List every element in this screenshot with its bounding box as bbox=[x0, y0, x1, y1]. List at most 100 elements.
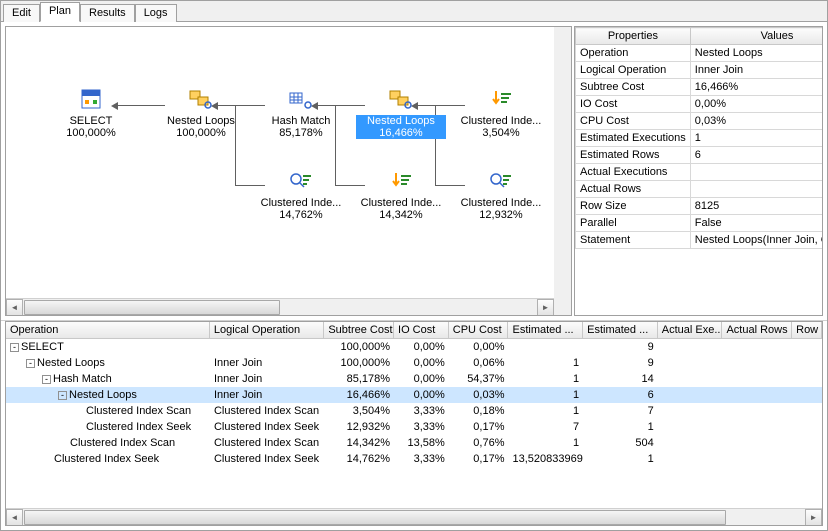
plan-canvas[interactable]: SELECT 100,000% Nested Loops 100,000% bbox=[6, 27, 571, 298]
props-header-val[interactable]: Values bbox=[690, 28, 823, 45]
cell-operation: -Nested Loops bbox=[6, 389, 210, 401]
cell-op-label: SELECT bbox=[21, 341, 64, 353]
plan-node-ciseek2[interactable]: Clustered Inde... 12,932% bbox=[456, 167, 546, 221]
props-row[interactable]: ParallelFalse bbox=[576, 215, 824, 232]
grid-row[interactable]: Clustered Index SeekClustered Index Seek… bbox=[6, 419, 822, 435]
col-act2[interactable]: Actual Rows bbox=[722, 322, 792, 338]
cell-est1: 1 bbox=[509, 405, 584, 417]
col-logical[interactable]: Logical Operation bbox=[210, 322, 324, 338]
scroll-track[interactable] bbox=[24, 510, 804, 525]
node-pct: 100,000% bbox=[156, 127, 246, 139]
tab-plan[interactable]: Plan bbox=[40, 2, 80, 22]
cell-op-label: Clustered Index Seek bbox=[86, 421, 191, 433]
grid-row[interactable]: Clustered Index ScanClustered Index Scan… bbox=[6, 403, 822, 419]
col-subtree[interactable]: Subtree Cost bbox=[324, 322, 394, 338]
cell-est1: 1 bbox=[509, 373, 584, 385]
scroll-thumb[interactable] bbox=[24, 510, 726, 525]
grid-row[interactable]: Clustered Index Seek Clustered Index Seek… bbox=[6, 451, 822, 467]
plan-node-nl2[interactable]: Nested Loops 16,466% bbox=[356, 85, 446, 139]
tab-results[interactable]: Results bbox=[80, 4, 135, 22]
plan-node-nl1[interactable]: Nested Loops 100,000% bbox=[156, 85, 246, 139]
props-row[interactable]: Estimated Rows6 bbox=[576, 147, 824, 164]
tree-toggle-icon[interactable]: - bbox=[42, 375, 51, 384]
cell-cpu: 0,17% bbox=[449, 421, 509, 433]
cell-op-label: Clustered Index Seek bbox=[54, 453, 159, 465]
scroll-left-icon[interactable]: ◄ bbox=[6, 299, 23, 316]
props-row[interactable]: StatementNested Loops(Inner Join, OUTER bbox=[576, 232, 824, 249]
plan-scrollbar-h[interactable]: ◄ ► bbox=[6, 298, 554, 315]
cell-est1: 7 bbox=[509, 421, 584, 433]
grid-row[interactable]: -SELECT100,000%0,00%0,00%9 bbox=[6, 339, 822, 355]
plan-node-ciscan1[interactable]: Clustered Inde... 3,504% bbox=[456, 85, 546, 139]
col-cpu[interactable]: CPU Cost bbox=[449, 322, 509, 338]
scroll-track[interactable] bbox=[24, 300, 536, 315]
node-pct: 100,000% bbox=[46, 127, 136, 139]
tree-toggle-icon[interactable]: - bbox=[58, 391, 67, 400]
props-row[interactable]: OperationNested Loops bbox=[576, 45, 824, 62]
props-row[interactable]: Estimated Executions1 bbox=[576, 130, 824, 147]
plan-node-select[interactable]: SELECT 100,000% bbox=[46, 85, 136, 139]
grid-row[interactable]: -Nested LoopsInner Join16,466%0,00%0,03%… bbox=[6, 387, 822, 403]
plan-pane: SELECT 100,000% Nested Loops 100,000% bbox=[5, 26, 572, 316]
nested-loops-icon bbox=[356, 85, 446, 113]
cell-logical: Clustered Index Scan bbox=[210, 405, 324, 417]
grid-row[interactable]: Clustered Index ScanClustered Index Scan… bbox=[6, 435, 822, 451]
scroll-right-icon[interactable]: ► bbox=[805, 509, 822, 526]
grid-header: Operation Logical Operation Subtree Cost… bbox=[6, 322, 822, 339]
tab-edit[interactable]: Edit bbox=[3, 4, 40, 22]
hash-match-icon bbox=[256, 85, 346, 113]
props-header-key[interactable]: Properties bbox=[576, 28, 691, 45]
props-value: False bbox=[690, 215, 823, 232]
scroll-thumb[interactable] bbox=[24, 300, 280, 315]
cell-est2: 1 bbox=[583, 421, 658, 433]
props-key: Parallel bbox=[576, 215, 691, 232]
props-value bbox=[690, 164, 823, 181]
props-row[interactable]: Subtree Cost16,466% bbox=[576, 79, 824, 96]
grid-scrollbar-h[interactable]: ◄ ► bbox=[6, 508, 822, 525]
props-row[interactable]: Actual Executions bbox=[576, 164, 824, 181]
cell-logical: Inner Join bbox=[210, 357, 324, 369]
props-row[interactable]: IO Cost0,00% bbox=[576, 96, 824, 113]
col-est2[interactable]: Estimated ... bbox=[583, 322, 658, 338]
props-row[interactable]: Actual Rows bbox=[576, 181, 824, 198]
plan-scrollbar-v[interactable] bbox=[554, 27, 571, 298]
cell-subtree: 14,762% bbox=[324, 453, 394, 465]
props-value: 8125 bbox=[690, 198, 823, 215]
plan-node-hash[interactable]: Hash Match 85,178% bbox=[256, 85, 346, 139]
props-row[interactable]: CPU Cost0,03% bbox=[576, 113, 824, 130]
props-row[interactable]: Logical OperationInner Join bbox=[576, 62, 824, 79]
col-est1[interactable]: Estimated ... bbox=[508, 322, 583, 338]
tree-toggle-icon[interactable]: - bbox=[26, 359, 35, 368]
col-io[interactable]: IO Cost bbox=[394, 322, 449, 338]
tree-toggle-icon[interactable]: - bbox=[10, 343, 19, 352]
props-key: Logical Operation bbox=[576, 62, 691, 79]
plan-node-ciscan2[interactable]: Clustered Inde... 14,342% bbox=[356, 167, 446, 221]
cell-logical: Inner Join bbox=[210, 373, 324, 385]
grid-row[interactable]: -Hash MatchInner Join85,178%0,00%54,37%1… bbox=[6, 371, 822, 387]
col-row[interactable]: Row bbox=[792, 322, 822, 338]
node-pct: 85,178% bbox=[256, 127, 346, 139]
node-pct: 3,504% bbox=[456, 127, 546, 139]
scroll-right-icon[interactable]: ► bbox=[537, 299, 554, 316]
plan-node-ciseek1[interactable]: Clustered Inde... 14,762% bbox=[256, 167, 346, 221]
tab-logs[interactable]: Logs bbox=[135, 4, 177, 22]
cell-op-label: Nested Loops bbox=[37, 357, 105, 369]
node-label: Nested Loops bbox=[156, 115, 246, 127]
tab-edit-label: Edit bbox=[12, 7, 31, 19]
props-key: Statement bbox=[576, 232, 691, 249]
col-act1[interactable]: Actual Exe... bbox=[658, 322, 723, 338]
cell-operation: Clustered Index Scan bbox=[6, 405, 210, 417]
props-row[interactable]: Row Size8125 bbox=[576, 198, 824, 215]
scroll-left-icon[interactable]: ◄ bbox=[6, 509, 23, 526]
grid-row[interactable]: -Nested LoopsInner Join100,000%0,00%0,06… bbox=[6, 355, 822, 371]
cell-operation: -Nested Loops bbox=[6, 357, 210, 369]
grid-body[interactable]: -SELECT100,000%0,00%0,00%9-Nested LoopsI… bbox=[6, 339, 822, 508]
cell-logical: Clustered Index Seek bbox=[210, 453, 324, 465]
cell-operation: Clustered Index Seek bbox=[6, 453, 210, 465]
cell-est2: 7 bbox=[583, 405, 658, 417]
node-label: Hash Match bbox=[256, 115, 346, 127]
cell-est2: 1 bbox=[583, 453, 658, 465]
cell-est2: 504 bbox=[583, 437, 658, 449]
col-operation[interactable]: Operation bbox=[6, 322, 210, 338]
cell-est2: 14 bbox=[583, 373, 658, 385]
